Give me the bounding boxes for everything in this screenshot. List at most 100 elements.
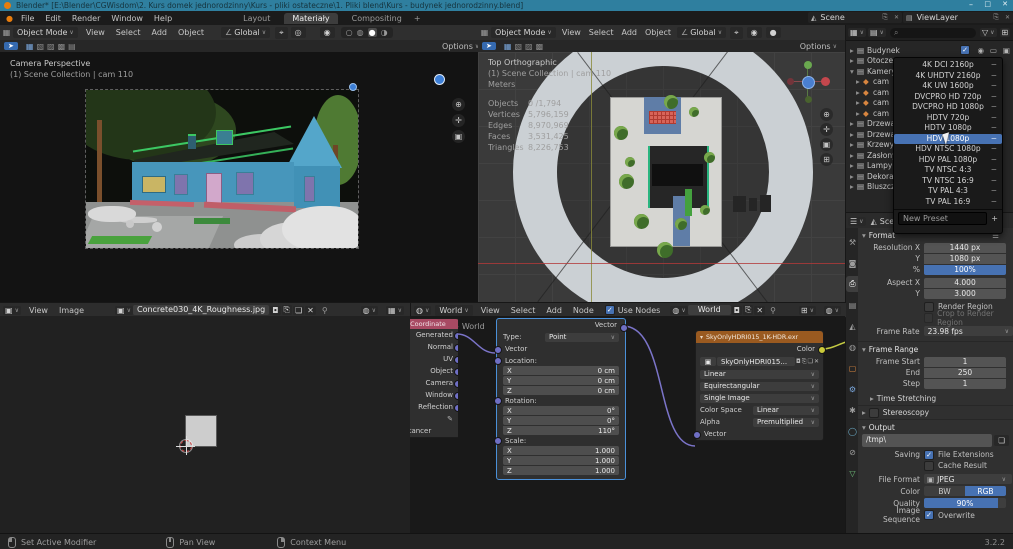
hide-eye-icon[interactable]: ◉	[977, 46, 984, 55]
active-tool-button[interactable]: ➤	[482, 42, 496, 50]
overlay-dropdown[interactable]: ◍∨	[824, 306, 841, 315]
outbuilding[interactable]	[749, 198, 757, 211]
remove-preset-icon[interactable]: −	[991, 134, 997, 145]
camera-view-icon[interactable]: ▣	[820, 138, 833, 151]
pin-icon[interactable]: ⚲	[770, 306, 776, 315]
overlays-button[interactable]: ◉	[747, 27, 762, 38]
new-preset-input[interactable]: New Preset	[898, 212, 987, 225]
overlays-button[interactable]: ◉	[320, 27, 335, 38]
expand-icon[interactable]: ▸	[850, 151, 857, 160]
item-label[interactable]: Lampy	[867, 161, 892, 170]
viewlayer-copy-icon[interactable]: ⎘	[993, 13, 999, 22]
gizmo-y-axis[interactable]	[804, 61, 812, 69]
tree-top[interactable]	[625, 157, 635, 167]
render-region-checkbox[interactable]	[924, 302, 934, 312]
preset-item[interactable]: TV PAL 16:9−	[894, 197, 1002, 208]
gizmo-y-neg[interactable]	[805, 96, 812, 103]
menu-file[interactable]: File	[21, 14, 34, 23]
output-socket[interactable]	[454, 368, 458, 376]
viewlayer-close-icon[interactable]: ✕	[1005, 14, 1010, 21]
pan-hand-icon[interactable]: ✛	[452, 114, 465, 127]
use-nodes-checkbox[interactable]: ✓	[605, 305, 615, 315]
menu-render[interactable]: Render	[72, 14, 100, 23]
output-path-field[interactable]: /tmp\	[862, 434, 992, 447]
tab-add-button[interactable]: +	[414, 14, 421, 23]
zoom-icon[interactable]: ⊕	[452, 98, 465, 111]
tab-materials[interactable]: Materiały	[284, 13, 337, 24]
collection-checkbox[interactable]: ✓	[960, 45, 970, 55]
texture-coordinate-node[interactable]: Texture Coordinate Generated Normal UV O…	[410, 318, 458, 442]
gizmo-x-neg[interactable]	[787, 78, 794, 85]
tab-layout[interactable]: Layout	[243, 14, 270, 23]
menu-add[interactable]: Add	[621, 28, 637, 37]
vector-input-socket[interactable]	[494, 346, 502, 354]
item-label[interactable]: Krzewy	[867, 140, 894, 149]
interpolation-dropdown[interactable]: Linear∨	[700, 370, 819, 379]
editor-type-icon[interactable]: ▦	[0, 25, 13, 41]
select-extend-icon[interactable]: ▧	[514, 42, 522, 51]
shading-wireframe-icon[interactable]: ○	[346, 28, 353, 37]
outbuilding[interactable]	[760, 195, 771, 212]
remove-preset-icon[interactable]: −	[991, 197, 997, 208]
location-x-field[interactable]: X0 cm	[503, 366, 619, 375]
camera-pin-gizmo[interactable]	[434, 74, 445, 85]
file-format-dropdown[interactable]: ▣ JPEG ∨	[924, 474, 1012, 484]
display-channels-dropdown[interactable]: ◍∨	[361, 306, 378, 315]
frame-start-field[interactable]: 1	[924, 357, 1006, 367]
expand-icon[interactable]: ▸	[856, 98, 863, 107]
gizmo-x-axis[interactable]	[821, 77, 830, 86]
file-extensions-checkbox[interactable]: ✓	[924, 450, 934, 460]
preset-item[interactable]: TV NTSC 16:9−	[894, 176, 1002, 187]
collapse-icon[interactable]: ▾	[862, 345, 866, 354]
menu-image[interactable]: Image	[59, 306, 84, 315]
remove-preset-icon[interactable]: −	[991, 92, 997, 103]
navigation-gizmo[interactable]	[783, 60, 831, 104]
output-socket[interactable]	[454, 380, 458, 388]
expand-icon[interactable]: ▸	[856, 109, 863, 118]
display-mode-dropdown[interactable]: ▦∨	[848, 28, 866, 37]
open-image-button[interactable]: ❏	[293, 306, 304, 315]
preset-item[interactable]: 4K DCI 2160p−	[894, 60, 1002, 71]
color-rgb-button[interactable]: RGB	[965, 486, 1006, 496]
output-socket[interactable]	[454, 392, 458, 400]
image-browse-dropdown[interactable]: ▣∨	[115, 306, 133, 315]
eyedropper-icon[interactable]: ✎	[447, 415, 453, 423]
editor-type-dropdown[interactable]: ◍∨	[414, 306, 431, 315]
unlink-button[interactable]: ✕	[754, 306, 765, 315]
remove-preset-icon[interactable]: −	[991, 102, 997, 113]
snap-button[interactable]: ⌖	[275, 27, 288, 39]
projection-dropdown[interactable]: Equirectangular∨	[700, 382, 819, 391]
item-label[interactable]: Drzewa	[867, 130, 895, 139]
preset-item[interactable]: 4K UW 1600p−	[894, 81, 1002, 92]
orientation-dropdown[interactable]: ∠Global∨	[221, 27, 270, 38]
tree-top[interactable]	[664, 95, 678, 109]
item-label[interactable]: Drzewa	[867, 119, 895, 128]
preset-item[interactable]: DVCPRO HD 1080p−	[894, 102, 1002, 113]
orientation-dropdown[interactable]: ∠Global∨	[677, 27, 726, 38]
scale-x-field[interactable]: X1.000	[503, 446, 619, 455]
preset-item[interactable]: TV NTSC 4:3−	[894, 165, 1002, 176]
fake-user-button[interactable]: ◘	[732, 306, 742, 315]
tab-compositing[interactable]: Compositing	[352, 14, 402, 23]
filter-dropdown[interactable]: ▽∨	[980, 28, 997, 37]
aspect-y-field[interactable]: 3.000	[924, 289, 1006, 299]
item-label[interactable]: Otocze	[867, 56, 893, 65]
collapse-icon[interactable]: ▾	[862, 231, 866, 240]
preset-item[interactable]: HDTV 720p−	[894, 113, 1002, 124]
tree-top[interactable]	[657, 242, 673, 258]
grid-toggle-icon[interactable]: ⊞	[820, 153, 833, 166]
menu-select[interactable]: Select	[511, 306, 536, 315]
aspect-x-field[interactable]: 4.000	[924, 278, 1006, 288]
shader-type-dropdown[interactable]: World∨	[435, 305, 472, 316]
resolution-x-field[interactable]: 1440 px	[924, 243, 1006, 253]
select-subtract-icon[interactable]: ▨	[47, 42, 55, 51]
menu-add[interactable]: Add	[546, 306, 562, 315]
unlink-icon[interactable]: ✕	[814, 358, 819, 365]
pan-hand-icon[interactable]: ✛	[820, 123, 833, 136]
scale-y-field[interactable]: Y1.000	[503, 456, 619, 465]
copy-datablock-button[interactable]: ⎘	[282, 305, 292, 315]
menu-help[interactable]: Help	[154, 14, 172, 23]
viewport-camera-view[interactable]: Camera Perspective (1) Scene Collection …	[0, 52, 478, 302]
stereoscopy-section[interactable]: ▸ Stereoscopy	[858, 405, 1013, 420]
select-invert-icon[interactable]: ▩	[58, 42, 66, 51]
